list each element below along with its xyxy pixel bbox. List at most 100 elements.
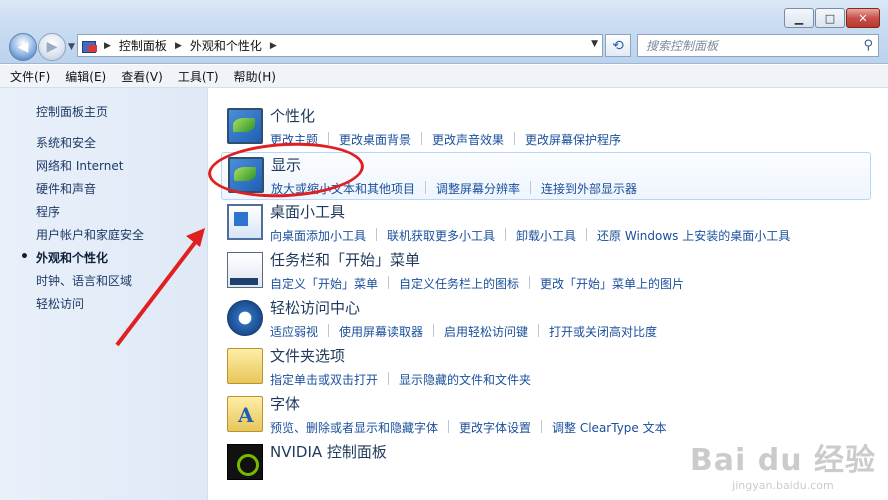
category-folder-options: 文件夹选项 指定单击或双击打开 显示隐藏的文件和文件夹 bbox=[221, 344, 871, 392]
maximize-button[interactable]: □ bbox=[815, 8, 845, 28]
category-fonts: 字体 预览、删除或者显示和隐藏字体 更改字体设置 调整 ClearType 文本 bbox=[221, 392, 871, 440]
category-ease-of-access: 轻松访问中心 适应弱视 使用屏幕读取器 启用轻松访问键 打开或关闭高对比度 bbox=[221, 296, 871, 344]
link-divider bbox=[586, 228, 588, 241]
folder-options-icon[interactable] bbox=[227, 348, 263, 384]
task-link[interactable]: 自定义任务栏上的图标 bbox=[399, 275, 519, 292]
task-link[interactable]: 卸载小工具 bbox=[516, 227, 576, 244]
task-link[interactable]: 还原 Windows 上安装的桌面小工具 bbox=[597, 227, 790, 244]
task-link[interactable]: 联机获取更多小工具 bbox=[387, 227, 495, 244]
task-link[interactable]: 更改桌面背景 bbox=[339, 131, 411, 148]
link-divider bbox=[541, 420, 543, 433]
sidebar-item-clock-region[interactable]: 时钟、语言和区域 bbox=[36, 274, 144, 297]
search-placeholder: 搜索控制面板 bbox=[646, 39, 719, 53]
sidebar-item-ease-of-access[interactable]: 轻松访问 bbox=[36, 297, 144, 320]
personalization-icon[interactable] bbox=[227, 108, 263, 144]
link-divider bbox=[448, 420, 450, 433]
category-links: 预览、删除或者显示和隐藏字体 更改字体设置 调整 ClearType 文本 bbox=[270, 419, 667, 436]
link-divider bbox=[328, 324, 330, 337]
category-desktop-gadgets: 桌面小工具 向桌面添加小工具 联机获取更多小工具 卸载小工具 还原 Window… bbox=[221, 200, 871, 248]
task-link[interactable]: 打开或关闭高对比度 bbox=[549, 323, 657, 340]
arrow-left-icon: ◀ bbox=[17, 39, 29, 55]
task-link[interactable]: 预览、删除或者显示和隐藏字体 bbox=[270, 419, 438, 436]
task-link[interactable]: 调整 ClearType 文本 bbox=[552, 419, 667, 436]
category-title[interactable]: 桌面小工具 bbox=[270, 201, 345, 222]
category-taskbar: 任务栏和「开始」菜单 自定义「开始」菜单 自定义任务栏上的图标 更改「开始」菜单… bbox=[221, 248, 871, 296]
task-link[interactable]: 启用轻松访问键 bbox=[444, 323, 528, 340]
forward-button[interactable]: ▶ bbox=[38, 33, 66, 61]
sidebar-item-appearance[interactable]: 外观和个性化 bbox=[20, 250, 144, 274]
close-button[interactable]: ✕ bbox=[846, 8, 880, 28]
breadcrumb-control-panel[interactable]: 控制面板 bbox=[119, 37, 167, 54]
task-link[interactable]: 更改声音效果 bbox=[432, 131, 504, 148]
ease-of-access-icon[interactable] bbox=[227, 300, 263, 336]
address-dropdown-icon[interactable]: ▼ bbox=[591, 39, 598, 49]
task-link[interactable]: 向桌面添加小工具 bbox=[270, 227, 366, 244]
link-divider bbox=[529, 276, 531, 289]
breadcrumb-chevron-icon[interactable]: ▶ bbox=[104, 41, 111, 51]
category-links: 自定义「开始」菜单 自定义任务栏上的图标 更改「开始」菜单上的图片 bbox=[270, 275, 684, 292]
fonts-icon[interactable] bbox=[227, 396, 263, 432]
search-icon[interactable]: ⚲ bbox=[863, 38, 873, 53]
sidebar: 控制面板主页 系统和安全 网络和 Internet 硬件和声音 程序 用户帐户和… bbox=[0, 88, 208, 500]
sidebar-home-link[interactable]: 控制面板主页 bbox=[36, 103, 108, 120]
task-link[interactable]: 指定单击或双击打开 bbox=[270, 371, 378, 388]
task-link[interactable]: 调整屏幕分辨率 bbox=[436, 180, 520, 197]
nvidia-icon[interactable] bbox=[227, 444, 263, 480]
task-link[interactable]: 更改屏幕保护程序 bbox=[525, 131, 621, 148]
sidebar-item-hardware-sound[interactable]: 硬件和声音 bbox=[36, 182, 144, 205]
link-divider bbox=[530, 181, 532, 194]
recent-pages-dropdown[interactable]: ▼ bbox=[68, 42, 75, 52]
back-button[interactable]: ◀ bbox=[9, 33, 37, 61]
link-divider bbox=[538, 324, 540, 337]
task-link[interactable]: 自定义「开始」菜单 bbox=[270, 275, 378, 292]
task-link[interactable]: 连接到外部显示器 bbox=[541, 180, 637, 197]
category-title[interactable]: NVIDIA 控制面板 bbox=[270, 441, 387, 462]
taskbar-icon[interactable] bbox=[227, 252, 263, 288]
window-controls: ▁ □ ✕ bbox=[784, 8, 880, 28]
title-bar: ▁ □ ✕ ◀ ▶ ▼ ▶ 控制面板 ▶ 外观和个性化 ▶ ▼ ⟲ 搜索控制面板… bbox=[0, 0, 888, 64]
link-divider bbox=[425, 181, 427, 194]
link-divider bbox=[421, 132, 423, 145]
address-bar[interactable]: ▶ 控制面板 ▶ 外观和个性化 ▶ ▼ bbox=[77, 34, 603, 57]
menu-help[interactable]: 帮助(H) bbox=[234, 68, 276, 85]
category-title[interactable]: 文件夹选项 bbox=[270, 345, 345, 366]
breadcrumb-chevron-icon[interactable]: ▶ bbox=[270, 41, 277, 51]
menu-tools[interactable]: 工具(T) bbox=[178, 68, 219, 85]
search-input[interactable]: 搜索控制面板 ⚲ bbox=[637, 34, 879, 57]
link-divider bbox=[433, 324, 435, 337]
category-title[interactable]: 轻松访问中心 bbox=[270, 297, 360, 318]
refresh-icon: ⟲ bbox=[612, 37, 624, 54]
task-link[interactable]: 使用屏幕读取器 bbox=[339, 323, 423, 340]
menu-bar: 文件(F) 编辑(E) 查看(V) 工具(T) 帮助(H) bbox=[0, 65, 888, 88]
desktop-gadgets-icon[interactable] bbox=[227, 204, 263, 240]
category-title[interactable]: 个性化 bbox=[270, 105, 315, 126]
category-links: 适应弱视 使用屏幕读取器 启用轻松访问键 打开或关闭高对比度 bbox=[270, 323, 657, 340]
task-link[interactable]: 适应弱视 bbox=[270, 323, 318, 340]
watermark-url: jingyan.baidu.com bbox=[732, 479, 834, 492]
menu-edit[interactable]: 编辑(E) bbox=[65, 68, 106, 85]
sidebar-item-network[interactable]: 网络和 Internet bbox=[36, 159, 144, 182]
breadcrumb-appearance[interactable]: 外观和个性化 bbox=[190, 37, 262, 54]
breadcrumb-chevron-icon[interactable]: ▶ bbox=[175, 41, 182, 51]
minimize-button[interactable]: ▁ bbox=[784, 8, 814, 28]
category-title[interactable]: 字体 bbox=[270, 393, 300, 414]
category-links: 指定单击或双击打开 显示隐藏的文件和文件夹 bbox=[270, 371, 531, 388]
link-divider bbox=[505, 228, 507, 241]
arrow-right-icon: ▶ bbox=[46, 39, 58, 55]
link-divider bbox=[388, 276, 390, 289]
sidebar-item-user-accounts[interactable]: 用户帐户和家庭安全 bbox=[36, 228, 144, 251]
category-title[interactable]: 任务栏和「开始」菜单 bbox=[270, 249, 420, 270]
refresh-button[interactable]: ⟲ bbox=[605, 34, 631, 57]
watermark-logo: Bai du 经验 bbox=[689, 443, 876, 478]
sidebar-item-programs[interactable]: 程序 bbox=[36, 205, 144, 228]
link-divider bbox=[388, 372, 390, 385]
link-divider bbox=[514, 132, 516, 145]
menu-view[interactable]: 查看(V) bbox=[121, 68, 163, 85]
task-link[interactable]: 更改字体设置 bbox=[459, 419, 531, 436]
task-link[interactable]: 显示隐藏的文件和文件夹 bbox=[399, 371, 531, 388]
category-links: 向桌面添加小工具 联机获取更多小工具 卸载小工具 还原 Windows 上安装的… bbox=[270, 227, 790, 244]
link-divider bbox=[328, 132, 330, 145]
sidebar-item-system-security[interactable]: 系统和安全 bbox=[36, 136, 144, 159]
task-link[interactable]: 更改「开始」菜单上的图片 bbox=[540, 275, 684, 292]
menu-file[interactable]: 文件(F) bbox=[10, 68, 50, 85]
